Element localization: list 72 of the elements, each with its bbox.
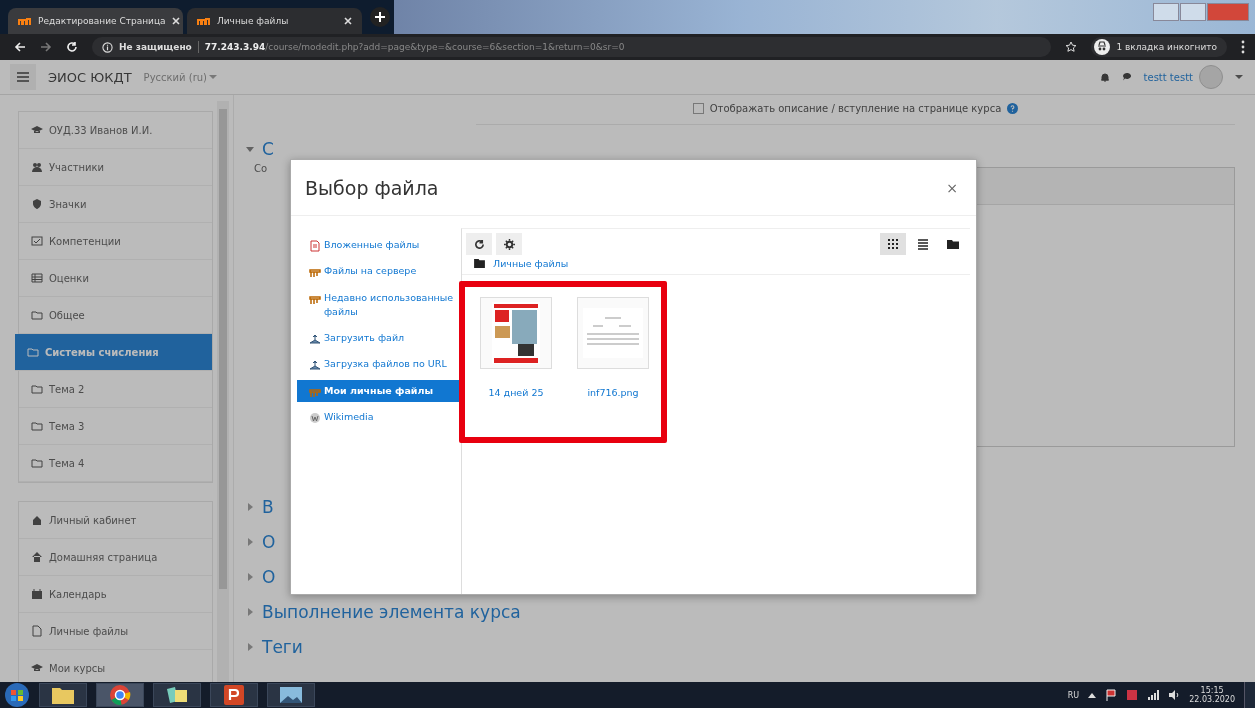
sidebar-item-label: Тема 4 <box>49 457 85 469</box>
sidebar-item[interactable]: Тема 2 <box>19 371 212 408</box>
repository-label: Файлы на сервере <box>324 264 417 279</box>
sidebar-item[interactable]: Домашняя страница <box>19 539 212 576</box>
sidebar-item[interactable]: Тема 4 <box>19 445 212 482</box>
tab-title: Личные файлы <box>217 16 290 26</box>
incognito-label: 1 вкладка инкогнито <box>1116 42 1217 52</box>
sidebar-item-label: Оценки <box>49 272 89 284</box>
section-title: Теги <box>262 636 303 657</box>
section-hint: Со <box>254 163 269 174</box>
clock-time[interactable]: 15:15 <box>1200 685 1224 695</box>
tab-title: Редактирование Страница <box>38 16 166 26</box>
close-button[interactable]: × <box>940 177 964 198</box>
file-name[interactable]: 14 дней 25 <box>488 387 544 398</box>
repository-item[interactable]: Wikimedia <box>297 405 461 428</box>
sidebar-item[interactable]: Участники <box>19 149 212 186</box>
sidebar-item[interactable]: ОУД.33 Иванов И.И. <box>19 112 212 149</box>
repository-item[interactable]: Загрузка файлов по URL <box>297 353 461 376</box>
section-heading[interactable]: С <box>246 139 274 159</box>
sidebar-item[interactable]: Системы счисления <box>15 334 212 371</box>
sidebar-item-label: Тема 2 <box>49 383 85 395</box>
sidebar-item-label: ОУД.33 Иванов И.И. <box>49 124 153 136</box>
site-name[interactable]: ЭИОС ЮКДТ <box>48 69 132 85</box>
dialog-title: Выбор файла <box>305 176 439 199</box>
browser-tab[interactable]: Личные файлы <box>187 8 362 34</box>
checkbox-label: Отображать описание / вступление на странице курса <box>709 103 1002 114</box>
clock-date[interactable]: 22.03.2020 <box>1189 695 1235 705</box>
section-title: В <box>262 496 274 517</box>
section-title: О <box>262 531 276 552</box>
sidebar-item-label: Домашняя страница <box>49 551 158 563</box>
repository-label: Вложенные файлы <box>324 238 420 252</box>
section-heading[interactable]: В <box>246 496 274 517</box>
repository-label: Загрузка файлов по URL <box>324 357 447 372</box>
keyboard-language[interactable]: RU <box>1067 690 1080 700</box>
repository-label: Недавно использованные файлы <box>324 290 455 319</box>
sidebar-item[interactable]: Личные файлы <box>19 613 212 650</box>
section-heading[interactable]: О <box>246 566 276 587</box>
section-title: С <box>262 139 274 159</box>
security-label: Не защищено <box>119 42 192 52</box>
sidebar-item-label: Системы счисления <box>45 346 159 358</box>
sidebar-item[interactable]: Тема 3 <box>19 408 212 445</box>
sidebar-item[interactable]: Оценки <box>19 260 212 297</box>
section-title: О <box>262 566 276 587</box>
user-name[interactable]: testt testt <box>1143 71 1193 83</box>
sidebar-item-label: Календарь <box>49 588 107 600</box>
section-heading[interactable]: Теги <box>246 636 303 657</box>
sidebar-item-label: Личные файлы <box>49 625 129 637</box>
browser-tab[interactable]: Редактирование Страница <box>8 8 183 34</box>
repository-item[interactable]: Загрузить файл <box>297 327 461 350</box>
sidebar-item-label: Мои курсы <box>49 662 106 674</box>
repository-item[interactable]: Недавно использованные файлы <box>297 286 461 323</box>
repository-item[interactable]: Вложенные файлы <box>297 234 461 257</box>
sidebar-item-label: Тема 3 <box>49 420 85 432</box>
sidebar-item[interactable]: Личный кабинет <box>19 502 212 539</box>
repository-label: Мои личные файлы <box>324 383 434 398</box>
repository-label: Wikimedia <box>324 409 374 424</box>
sidebar-item-label: Личный кабинет <box>49 514 137 526</box>
incognito-indicator[interactable]: 1 вкладка инкогнито <box>1091 37 1227 57</box>
repository-label: Загрузить файл <box>324 331 405 345</box>
repository-item[interactable]: Файлы на сервере <box>297 260 461 283</box>
sidebar-item[interactable]: Календарь <box>19 576 212 613</box>
sidebar-item-label: Участники <box>49 161 105 173</box>
file-name[interactable]: inf716.png <box>587 387 639 398</box>
sidebar-item-label: Компетенции <box>49 235 121 247</box>
sidebar-item-label: Значки <box>49 198 87 210</box>
sidebar-item[interactable]: Значки <box>19 186 212 223</box>
breadcrumb-link[interactable]: Личные файлы <box>493 258 569 269</box>
sidebar-item-label: Общее <box>49 309 85 321</box>
section-heading[interactable]: О <box>246 531 276 552</box>
language-menu[interactable]: Русский (ru) <box>143 71 208 83</box>
repository-item[interactable]: Мои личные файлы <box>297 379 461 402</box>
sidebar-item[interactable]: Компетенции <box>19 223 212 260</box>
